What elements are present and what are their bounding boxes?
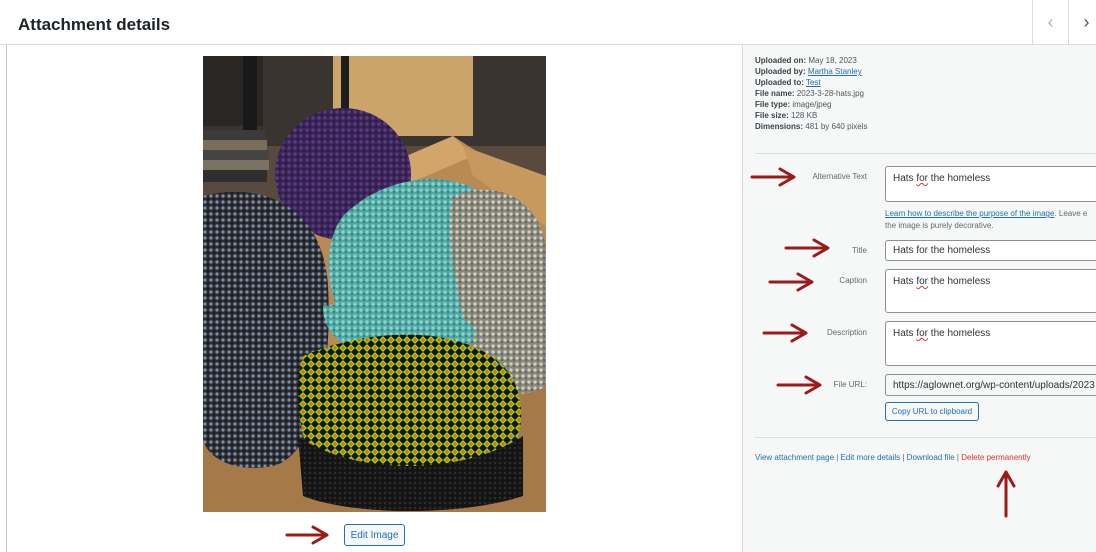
uploaded-to-link[interactable]: Test [806,78,821,87]
file-size-value: 128 KB [791,111,818,120]
file-size-row: File size: 128 KB [755,110,868,121]
dimensions-value: 481 by 640 pixels [805,122,868,131]
copy-url-button[interactable]: Copy URL to clipboard [885,402,979,421]
uploaded-to-label: Uploaded to: [755,78,804,87]
uploaded-by-label: Uploaded by: [755,67,806,76]
annotation-arrow-icon [776,375,822,395]
alt-text-help-text-2: the image is purely decorative. [885,221,994,230]
annotation-arrow-icon [750,167,796,187]
delete-permanently-link[interactable]: Delete permanently [961,453,1030,462]
description-spell-word: for [916,328,929,339]
view-attachment-link[interactable]: View attachment page [755,453,834,462]
uploaded-by-row: Uploaded by: Martha Stanley [755,66,868,77]
attachment-image [203,56,546,512]
file-details: Uploaded on: May 18, 2023 Uploaded by: M… [755,55,868,132]
alt-text-field[interactable]: Hats for the homeless [885,166,1096,202]
uploaded-on-label: Uploaded on: [755,56,807,65]
description-value-end: the homeless [928,328,991,339]
divider-bottom [755,437,1096,438]
file-name-label: File name: [755,89,795,98]
download-file-link[interactable]: Download file [907,453,955,462]
alt-text-spell-word: for [916,173,929,184]
alt-text-help-text: . Leave e [1054,209,1088,218]
annotation-arrow-icon [784,238,830,258]
file-type-row: File type: image/jpeg [755,99,868,110]
file-url-field[interactable]: https://aglownet.org/wp-content/uploads/… [885,374,1096,396]
uploaded-on-value: May 18, 2023 [808,56,857,65]
description-value-start: Hats [893,328,917,339]
caption-spell-word: for [916,276,929,287]
description-field[interactable]: Hats for the homeless [885,321,1096,366]
edit-more-details-link[interactable]: Edit more details [841,453,901,462]
file-name-row: File name: 2023-3-28-hats.jpg [755,88,868,99]
previous-attachment-button[interactable]: ‹ [1032,0,1068,44]
caption-value-start: Hats [893,276,917,287]
chevron-left-icon: ‹ [1047,11,1054,32]
next-attachment-button[interactable]: › [1068,0,1096,44]
annotation-arrow-icon [285,525,329,545]
annotation-arrow-icon [762,323,808,343]
file-type-label: File type: [755,100,791,109]
caption-field[interactable]: Hats for the homeless [885,269,1096,313]
alt-text-help: Learn how to describe the purpose of the… [885,208,1096,232]
dimensions-row: Dimensions: 481 by 640 pixels [755,121,868,132]
annotation-arrow-up-icon [996,470,1016,518]
edit-image-button[interactable]: Edit Image [344,524,405,546]
annotation-arrow-icon [768,272,814,292]
uploaded-on-row: Uploaded on: May 18, 2023 [755,55,868,66]
title-field[interactable]: Hats for the homeless [885,240,1096,261]
uploaded-to-row: Uploaded to: Test [755,77,868,88]
dimensions-label: Dimensions: [755,122,804,131]
uploaded-by-link[interactable]: Martha Stanley [808,67,862,76]
divider [755,153,1096,154]
caption-value-end: the homeless [928,276,991,287]
alt-text-value-end: the homeless [928,173,991,184]
chevron-right-icon: › [1083,11,1090,32]
attachment-actions: View attachment page | Edit more details… [755,453,1031,462]
panel-border [6,45,7,552]
file-size-label: File size: [755,111,789,120]
alt-text-value-start: Hats [893,173,917,184]
alt-text-help-link[interactable]: Learn how to describe the purpose of the… [885,209,1054,218]
modal-header: Attachment details ‹ › [0,0,1096,45]
page-title: Attachment details [18,15,171,34]
file-type-value: image/jpeg [792,100,832,109]
file-name-value: 2023-3-28-hats.jpg [796,89,864,98]
